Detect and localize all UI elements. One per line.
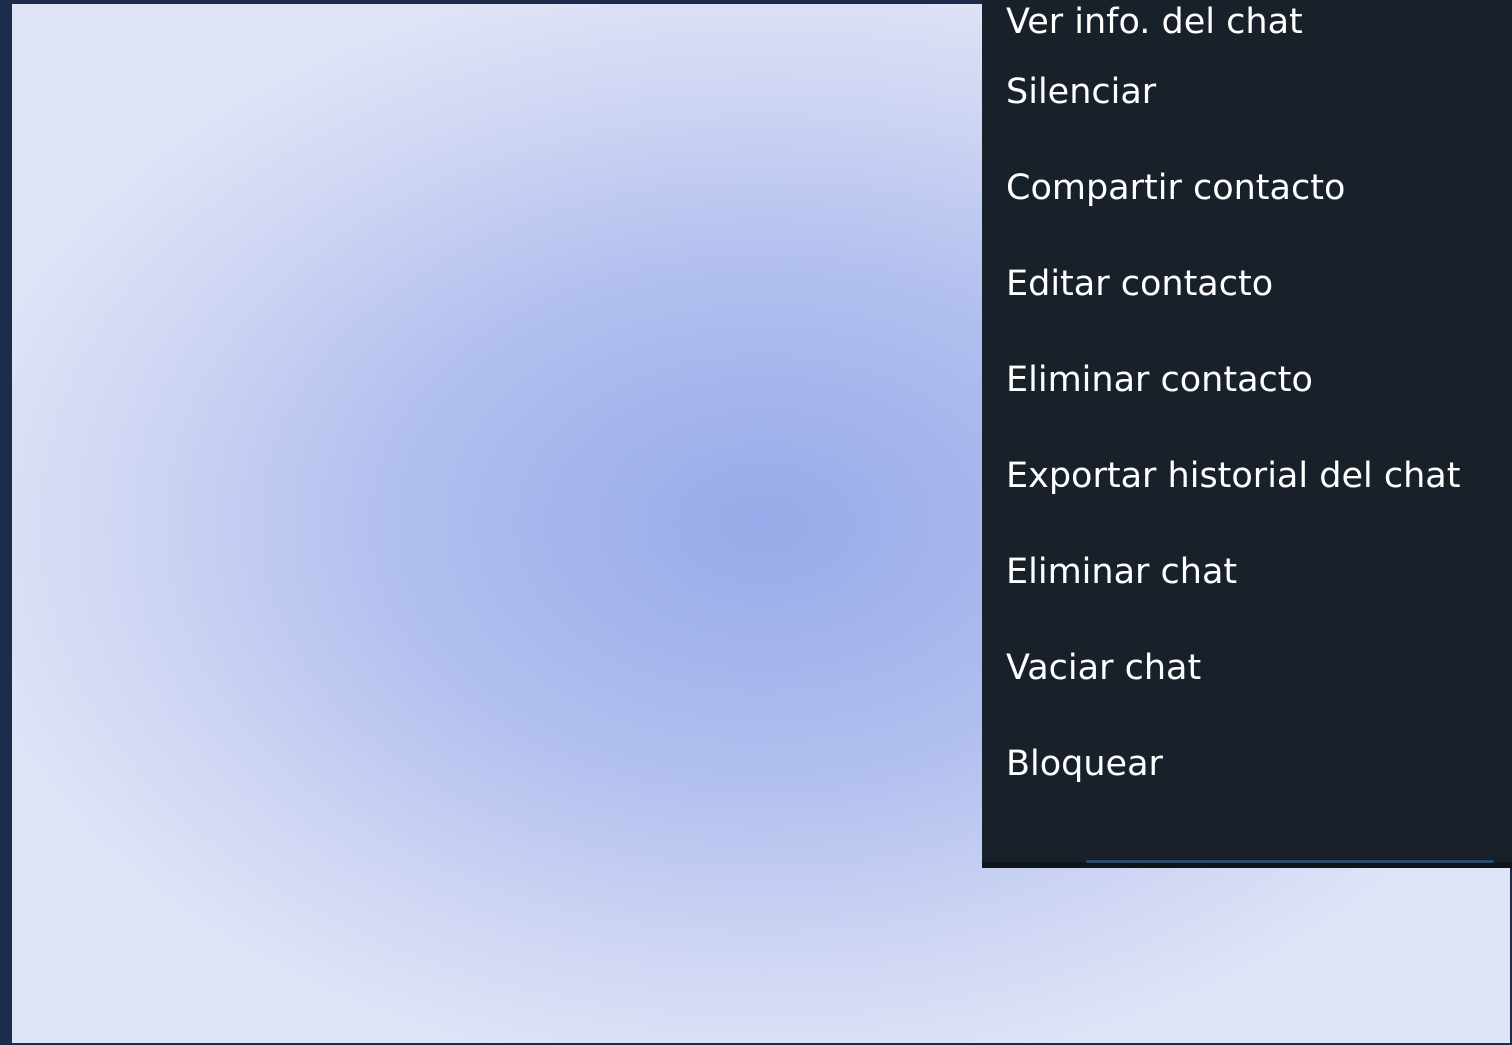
- chat-context-menu: Ver info. del chat Silenciar Compartir c…: [982, 0, 1512, 866]
- menu-item-clear-chat[interactable]: Vaciar chat: [982, 620, 1512, 716]
- menu-item-label: Ver info. del chat: [1006, 2, 1303, 42]
- menu-item-label: Vaciar chat: [1006, 648, 1202, 688]
- menu-item-edit-contact[interactable]: Editar contacto: [982, 236, 1512, 332]
- menu-item-label: Exportar historial del chat: [1006, 456, 1461, 496]
- menu-item-delete-contact[interactable]: Eliminar contacto: [982, 332, 1512, 428]
- underlying-input-edge: [1086, 860, 1494, 863]
- menu-item-label: Silenciar: [1006, 72, 1157, 112]
- menu-item-export-chat-history[interactable]: Exportar historial del chat: [982, 428, 1512, 524]
- menu-item-label: Eliminar chat: [1006, 552, 1238, 592]
- menu-item-mute[interactable]: Silenciar: [982, 44, 1512, 140]
- menu-item-label: Eliminar contacto: [1006, 360, 1313, 400]
- menu-item-label: Editar contacto: [1006, 264, 1274, 304]
- menu-item-label: Bloquear: [1006, 744, 1163, 784]
- menu-item-block[interactable]: Bloquear: [982, 716, 1512, 812]
- menu-item-label: Compartir contacto: [1006, 168, 1346, 208]
- menu-item-delete-chat[interactable]: Eliminar chat: [982, 524, 1512, 620]
- menu-item-view-chat-info[interactable]: Ver info. del chat: [982, 0, 1512, 44]
- menu-item-share-contact[interactable]: Compartir contacto: [982, 140, 1512, 236]
